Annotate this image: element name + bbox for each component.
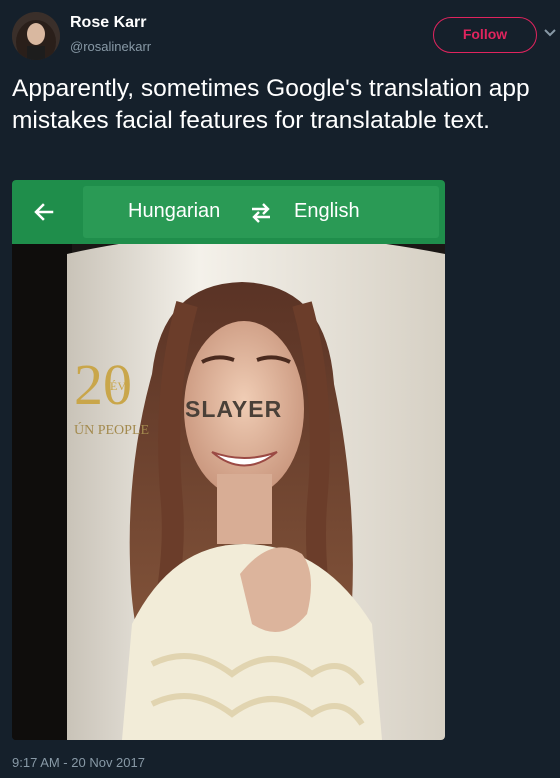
arrow-left-icon[interactable] bbox=[32, 200, 56, 224]
tweet-timestamp[interactable]: 9:17 AM - 20 Nov 2017 bbox=[12, 755, 145, 770]
avatar-image bbox=[12, 12, 60, 60]
translated-overlay-text: SLAYER bbox=[185, 396, 283, 422]
follow-button[interactable]: Follow bbox=[433, 17, 537, 53]
author-name[interactable]: Rose Karr bbox=[70, 14, 146, 32]
svg-text:ÚN PEOPLE: ÚN PEOPLE bbox=[74, 421, 149, 438]
source-language[interactable]: Hungarian bbox=[128, 200, 220, 223]
author-handle[interactable]: @rosalinekarr bbox=[70, 39, 151, 54]
avatar[interactable] bbox=[12, 12, 60, 60]
target-language[interactable]: English bbox=[294, 200, 360, 223]
translate-app-bar: Hungarian English bbox=[12, 180, 445, 244]
tweet-text: Apparently, sometimes Google's translati… bbox=[12, 75, 530, 134]
language-selector: Hungarian English bbox=[83, 186, 439, 238]
camera-view-image: 20 ÉV ÚN PEOPLE bbox=[12, 244, 445, 740]
svg-text:ÉV: ÉV bbox=[110, 379, 126, 393]
swap-arrows-icon[interactable] bbox=[249, 202, 273, 224]
chevron-down-icon[interactable] bbox=[543, 26, 557, 40]
tweet-media[interactable]: Hungarian English 20 ÉV ÚN PEOPLE SLAYER bbox=[12, 180, 445, 740]
